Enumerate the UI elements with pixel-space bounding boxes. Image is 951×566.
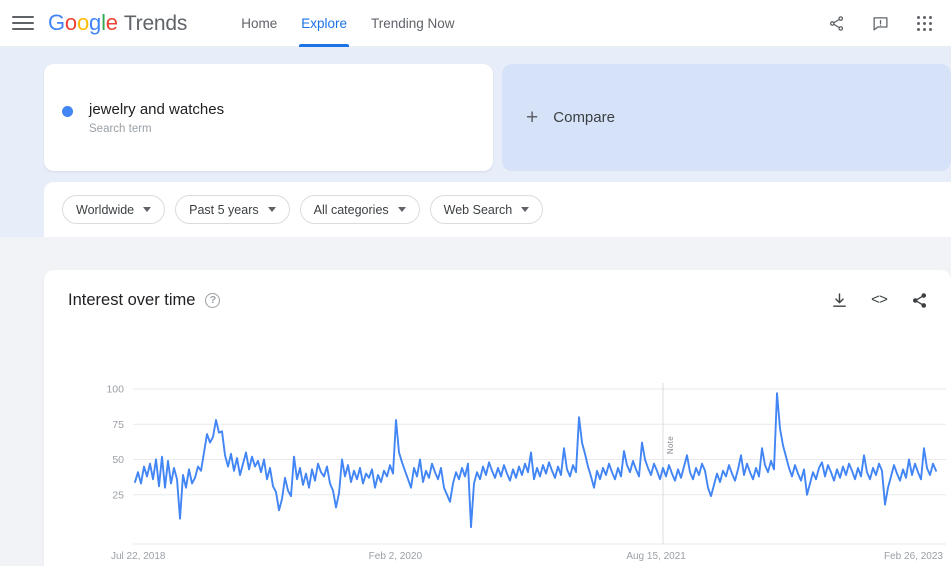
- y-axis-tick-label: 50: [112, 454, 124, 466]
- x-axis-tick-label: Aug 15, 2021: [626, 551, 686, 562]
- compare-label: Compare: [553, 109, 615, 126]
- nav-item-trending-now[interactable]: Trending Now: [359, 0, 467, 47]
- time-range-filter[interactable]: Past 5 years: [175, 195, 290, 224]
- apps-grid-icon[interactable]: [913, 12, 935, 34]
- time-range-filter-label: Past 5 years: [189, 202, 259, 217]
- chart-annotation-note: Note: [666, 436, 675, 455]
- location-filter[interactable]: Worldwide: [62, 195, 166, 224]
- product-name: Trends: [123, 12, 188, 35]
- app-header: Google Trends Home Explore Trending Now: [0, 0, 951, 47]
- chevron-down-icon: [143, 207, 152, 212]
- header-actions: [825, 12, 951, 34]
- y-axis-tick-label: 75: [112, 419, 124, 431]
- filter-bar: Worldwide Past 5 years All categories We…: [44, 182, 951, 237]
- series-color-dot: [62, 106, 73, 117]
- plus-icon: +: [526, 106, 539, 129]
- series-line-jewelry-and-watches: [134, 392, 937, 529]
- category-filter[interactable]: All categories: [299, 195, 420, 224]
- logo-letter-g1: G: [48, 10, 65, 35]
- x-axis-tick-label: Jul 22, 2018: [111, 551, 166, 562]
- x-axis-tick-label: Feb 2, 2020: [369, 551, 423, 562]
- search-type-filter-label: Web Search: [443, 202, 513, 217]
- location-filter-label: Worldwide: [76, 202, 135, 217]
- query-cards: jewelry and watches Search term + Compar…: [44, 64, 951, 171]
- trends-line-chart[interactable]: 25 50 75 100 Jul 22, 2018 Feb 2, 2020 Aug 15, …: [44, 270, 951, 566]
- search-type-filter[interactable]: Web Search: [429, 195, 544, 224]
- x-axis-tick-label: Feb 26, 2023: [884, 551, 943, 562]
- google-trends-page: Google Trends Home Explore Trending Now: [0, 0, 951, 566]
- main-nav: Home Explore Trending Now: [229, 0, 466, 47]
- y-axis-tick-label: 25: [112, 489, 124, 501]
- feedback-icon[interactable]: [869, 12, 891, 34]
- google-trends-logo[interactable]: Google Trends: [48, 10, 187, 36]
- hamburger-menu-icon[interactable]: [12, 14, 34, 32]
- logo-letter-o2: o: [76, 10, 90, 35]
- search-term-label: jewelry and watches: [89, 101, 225, 118]
- nav-item-explore[interactable]: Explore: [289, 0, 359, 47]
- share-icon[interactable]: [825, 12, 847, 34]
- y-axis-tick-label: 100: [106, 384, 124, 396]
- interest-over-time-card: Interest over time ? <> 25 50 75 100 Jul…: [44, 270, 951, 566]
- logo-letter-g2: g: [89, 10, 102, 35]
- chart-plot-area: 25 50 75 100 Jul 22, 2018 Feb 2, 2020 Aug 15, …: [44, 270, 951, 566]
- compare-button[interactable]: + Compare: [502, 64, 951, 171]
- chevron-down-icon: [397, 207, 406, 212]
- nav-item-home[interactable]: Home: [229, 0, 289, 47]
- category-filter-label: All categories: [313, 202, 389, 217]
- logo-letter-o1: o: [64, 10, 77, 35]
- logo-letter-e: e: [105, 10, 118, 35]
- chevron-down-icon: [267, 207, 276, 212]
- search-term-type: Search term: [89, 123, 152, 135]
- search-term-card[interactable]: jewelry and watches Search term: [44, 64, 493, 171]
- chevron-down-icon: [521, 207, 530, 212]
